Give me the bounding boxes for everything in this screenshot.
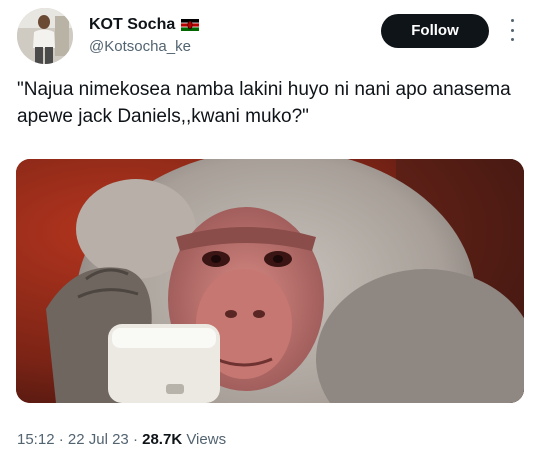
follow-button[interactable]: Follow — [381, 14, 489, 48]
author-avatar[interactable] — [17, 8, 73, 64]
more-dot — [510, 28, 514, 32]
meta-separator: · — [128, 431, 143, 448]
author-display-name[interactable]: KOT Socha — [89, 14, 175, 36]
kenya-flag-icon — [181, 19, 200, 31]
views-label: Views — [182, 431, 227, 448]
tweet-time[interactable]: 15:12 — [17, 431, 55, 448]
meta-separator: · — [54, 431, 68, 448]
tweet-date[interactable]: 22 Jul 23 — [68, 431, 129, 448]
views-count: 28.7K — [142, 431, 183, 448]
author-handle[interactable]: @Kotsocha_ke — [89, 37, 191, 57]
tweet-text: "Najua nimekosea namba lakini huyo ni na… — [17, 79, 511, 127]
more-dot — [510, 38, 514, 41]
tweet-media[interactable] — [16, 159, 524, 403]
more-options-icon[interactable] — [505, 16, 519, 44]
tweet-card: KOT Socha @Kotsocha_ke Follow "Najua nim… — [0, 0, 537, 462]
tweet-meta: 15:12 · 22 Jul 23 · 28.7K Views — [17, 429, 226, 451]
avatar-photo-icon — [17, 8, 73, 64]
baboon-on-phone-image — [16, 159, 524, 403]
author-name-row[interactable]: KOT Socha — [89, 14, 200, 36]
more-dot — [510, 19, 514, 22]
